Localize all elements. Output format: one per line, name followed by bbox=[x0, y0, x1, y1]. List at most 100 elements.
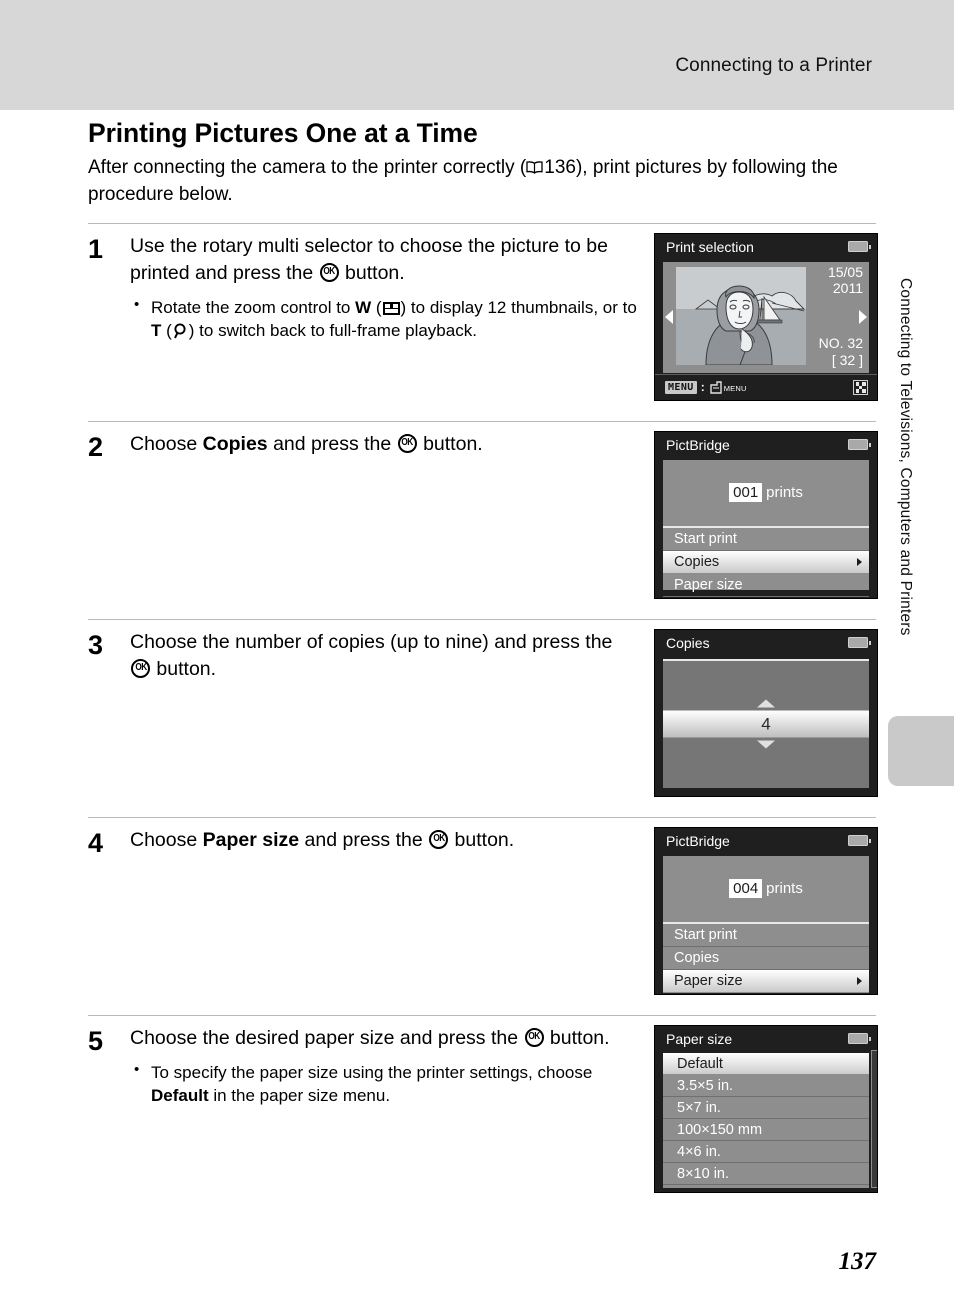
menu-item-paper-size[interactable]: Paper size bbox=[663, 574, 869, 597]
step-5-instruction: Choose the desired paper size and press … bbox=[130, 1025, 638, 1052]
paper-size-option-letter[interactable]: Letter bbox=[663, 1185, 869, 1188]
page-content: Printing Pictures One at a Time After co… bbox=[88, 118, 878, 1199]
step-5-camera-screen: Paper size Default 3.5×5 in. 5×7 in. 100… bbox=[654, 1024, 878, 1193]
lcd-bottom-bar: MENU : MENU bbox=[655, 373, 877, 400]
bullet-text-p3: ) to display 12 thumbnails, or to bbox=[400, 297, 637, 317]
print-count-value: 004 bbox=[729, 879, 763, 899]
step-3-body: Choose the number of copies (up to nine)… bbox=[130, 629, 648, 683]
paper-size-option-3.5x5[interactable]: 3.5×5 in. bbox=[663, 1075, 869, 1097]
chevron-right-icon bbox=[857, 557, 862, 566]
paper-size-label: 8×10 in. bbox=[677, 1165, 730, 1182]
menu-item-label: Paper size bbox=[674, 972, 743, 989]
bullet-default-option: Default bbox=[151, 1086, 209, 1106]
step-3-instruction: Choose the number of copies (up to nine)… bbox=[130, 629, 638, 683]
manual-reference-icon bbox=[526, 156, 543, 174]
step-2: 2 Choose Copies and press the button. Pi… bbox=[88, 422, 878, 605]
step-1-bullets: Rotate the zoom control to W ( ) to displ… bbox=[130, 295, 638, 343]
photo-frame-count: [ 32 ] bbox=[831, 352, 863, 369]
menu-item-copies[interactable]: Copies bbox=[663, 550, 869, 574]
lcd-screen-title: PictBridge bbox=[666, 436, 730, 453]
print-menu-icon-label: MENU bbox=[723, 383, 747, 393]
step-5-bullet-1: To specify the paper size using the prin… bbox=[130, 1060, 638, 1108]
increase-copies-arrow-icon[interactable] bbox=[757, 699, 775, 708]
step-4-number: 4 bbox=[88, 827, 104, 858]
menu-button-tag[interactable]: MENU bbox=[665, 380, 697, 394]
menu-item-paper-size[interactable]: Paper size bbox=[663, 969, 869, 993]
paper-size-scrollbar[interactable] bbox=[871, 1049, 877, 1188]
photo-frame-number: NO. 32 bbox=[818, 335, 863, 352]
paper-size-option-4x6[interactable]: 4×6 in. bbox=[663, 1141, 869, 1163]
menu-item-label: Start print bbox=[674, 926, 737, 943]
copies-spinner[interactable]: 4 bbox=[663, 699, 869, 749]
pictbridge-body: 004 prints Start print Copies Paper size bbox=[663, 855, 869, 993]
paper-size-option-default[interactable]: Default bbox=[663, 1052, 869, 1075]
print-count-label: prints bbox=[766, 484, 803, 502]
previous-image-arrow-icon[interactable] bbox=[665, 310, 673, 325]
step-1-camera-screen: Print selection 15/05 2011 NO. 32 [32]… bbox=[654, 232, 878, 401]
battery-icon bbox=[848, 1033, 871, 1045]
lcd-title-bar: Print selection bbox=[655, 234, 877, 260]
step-5-bullets: To specify the paper size using the prin… bbox=[130, 1060, 638, 1108]
lcd-screen-title: Print selection bbox=[666, 238, 754, 255]
menu-item-label: Copies bbox=[674, 949, 720, 966]
paper-size-list: Default 3.5×5 in. 5×7 in. 100×150 mm 4×6… bbox=[663, 1052, 869, 1188]
step-2-text-part3: button. bbox=[417, 432, 483, 455]
pictbridge-body: 001 prints Start print Copies Paper size bbox=[663, 459, 869, 597]
page-title: Printing Pictures One at a Time bbox=[88, 118, 478, 148]
running-head: Connecting to a Printer bbox=[675, 55, 872, 76]
menu-item-copies[interactable]: Copies bbox=[663, 947, 869, 970]
menu-hint-colon: : bbox=[700, 380, 705, 395]
lcd-title-bar: PictBridge bbox=[655, 828, 877, 854]
step-5-number: 5 bbox=[88, 1025, 104, 1056]
step-3-number: 3 bbox=[88, 629, 104, 660]
paper-size-option-8x10[interactable]: 8×10 in. bbox=[663, 1163, 869, 1185]
step-5: 5 Choose the desired paper size and pres… bbox=[88, 1016, 878, 1199]
copies-value: 4 bbox=[663, 710, 869, 738]
step-3-camera-screen: Copies 4 bbox=[654, 628, 878, 797]
selected-photo-thumbnail[interactable] bbox=[676, 266, 806, 365]
step-4-instruction: Choose Paper size and press the button. bbox=[130, 827, 638, 854]
photo-info-panel: 15/05 2011 NO. 32 [ 32 ] bbox=[803, 264, 865, 368]
bullet-text-p4: ( bbox=[161, 321, 172, 341]
decrease-copies-arrow-icon[interactable] bbox=[757, 740, 775, 749]
zoom-wide-letter: W bbox=[355, 297, 372, 317]
step-4-body: Choose Paper size and press the button. bbox=[130, 827, 648, 854]
ok-button-icon bbox=[397, 433, 417, 453]
step-1-text-part2: button. bbox=[339, 261, 405, 284]
step-1-number: 1 bbox=[88, 233, 104, 264]
photo-date: 15/05 2011 bbox=[828, 264, 863, 297]
paper-size-label: 3.5×5 in. bbox=[677, 1077, 734, 1094]
step-4-text-part1: Choose bbox=[130, 828, 203, 851]
paper-size-option-100x150[interactable]: 100×150 mm bbox=[663, 1119, 869, 1141]
ok-button-icon bbox=[319, 262, 339, 282]
photo-date-line2: 2011 bbox=[832, 280, 863, 297]
intro-text-part1: After connecting the camera to the print… bbox=[88, 157, 527, 178]
bullet-text-p1: To specify the paper size using the prin… bbox=[151, 1062, 593, 1082]
ok-button-icon bbox=[524, 1027, 544, 1047]
bullet-text-p5: ) to switch back to full-frame playback. bbox=[188, 321, 477, 341]
paper-size-label: 5×7 in. bbox=[677, 1099, 721, 1116]
lcd-screen-title: Copies bbox=[666, 634, 710, 651]
thumbnail-view-icon[interactable] bbox=[853, 379, 868, 395]
menu-item-label: Start print bbox=[674, 530, 737, 547]
magnifier-icon bbox=[173, 322, 188, 339]
step-2-number: 2 bbox=[88, 431, 104, 462]
lcd-title-bar: Copies bbox=[655, 630, 877, 656]
step-2-instruction: Choose Copies and press the button. bbox=[130, 431, 638, 458]
battery-icon bbox=[848, 241, 871, 253]
battery-icon bbox=[848, 439, 871, 451]
step-1: 1 Use the rotary multi selector to choos… bbox=[88, 224, 878, 407]
step-1-instruction: Use the rotary multi selector to choose … bbox=[130, 233, 638, 287]
bullet-text-p1: Rotate the zoom control to bbox=[151, 297, 356, 317]
menu-item-start-print[interactable]: Start print bbox=[663, 924, 869, 947]
step-2-camera-screen: PictBridge 001 prints Start print Copies … bbox=[654, 430, 878, 599]
step-3: 3 Choose the number of copies (up to nin… bbox=[88, 620, 878, 803]
step-4-text-part3: button. bbox=[449, 828, 515, 851]
paper-size-option-5x7[interactable]: 5×7 in. bbox=[663, 1097, 869, 1119]
step-4-text-part2: and press the bbox=[299, 828, 429, 851]
step-5-body: Choose the desired paper size and press … bbox=[130, 1025, 648, 1109]
menu-item-start-print[interactable]: Start print bbox=[663, 528, 869, 551]
step-5-text-part2: button. bbox=[544, 1026, 610, 1049]
chapter-side-label: Connecting to Televisions, Computers and… bbox=[897, 278, 914, 636]
paper-size-label: 4×6 in. bbox=[677, 1143, 721, 1160]
